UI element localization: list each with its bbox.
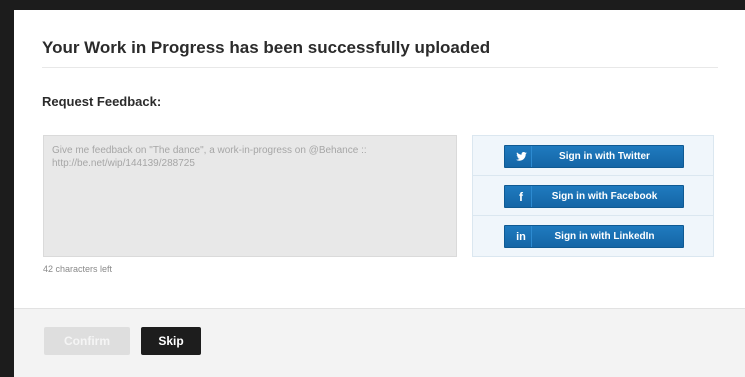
- skip-button[interactable]: Skip: [141, 327, 201, 355]
- dialog-title: Your Work in Progress has been successfu…: [42, 38, 491, 57]
- feedback-message-input[interactable]: Give me feedback on "The dance", a work-…: [43, 135, 457, 257]
- linkedin-icon: in: [511, 226, 532, 247]
- facebook-icon: f: [511, 186, 532, 207]
- linkedin-signin-button[interactable]: in Sign in with LinkedIn: [504, 225, 684, 248]
- twitter-signin-label: Sign in with Twitter: [559, 151, 650, 162]
- request-feedback-heading: Request Feedback:: [42, 94, 162, 109]
- dialog-footer: Confirm Skip: [14, 308, 745, 377]
- twitter-icon: [511, 146, 532, 167]
- characters-left-counter: 42 characters left: [43, 264, 113, 274]
- twitter-signin-button[interactable]: Sign in with Twitter: [504, 145, 684, 168]
- social-row-twitter: Sign in with Twitter: [473, 136, 713, 176]
- facebook-signin-button[interactable]: f Sign in with Facebook: [504, 185, 684, 208]
- facebook-signin-label: Sign in with Facebook: [551, 191, 658, 202]
- social-signin-panel: Sign in with Twitter f Sign in with Face…: [472, 135, 714, 257]
- social-row-facebook: f Sign in with Facebook: [473, 176, 713, 216]
- linkedin-signin-label: Sign in with LinkedIn: [554, 231, 655, 242]
- title-divider: [42, 67, 718, 68]
- confirm-button[interactable]: Confirm: [44, 327, 130, 355]
- social-row-linkedin: in Sign in with LinkedIn: [473, 216, 713, 256]
- upload-success-dialog: Your Work in Progress has been successfu…: [14, 10, 745, 377]
